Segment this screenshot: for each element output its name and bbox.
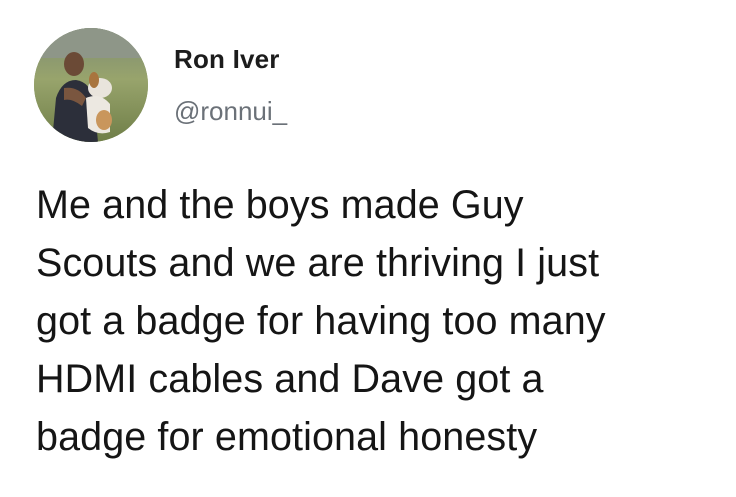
tweet-text-line: Scouts and we are thriving I just (36, 241, 600, 285)
handle[interactable]: @ronnui_ (174, 96, 287, 126)
author-block: Ron Iver @ronnui_ (174, 44, 287, 126)
tweet-text-line: Me and the boys made Guy (36, 183, 524, 227)
avatar[interactable] (34, 28, 148, 142)
tweet-text-line: HDMI cables and Dave got a (36, 357, 544, 401)
tweet-card: Ron Iver @ronnui_ Me and the boys made G… (0, 0, 736, 497)
avatar-photo-icon (34, 28, 148, 142)
tweet-text-line: got a badge for having too many (36, 299, 606, 343)
tweet-text-line: badge for emotional honesty (36, 415, 538, 459)
tweet-text: Me and the boys made Guy Scouts and we a… (36, 176, 716, 466)
display-name[interactable]: Ron Iver (174, 44, 287, 74)
